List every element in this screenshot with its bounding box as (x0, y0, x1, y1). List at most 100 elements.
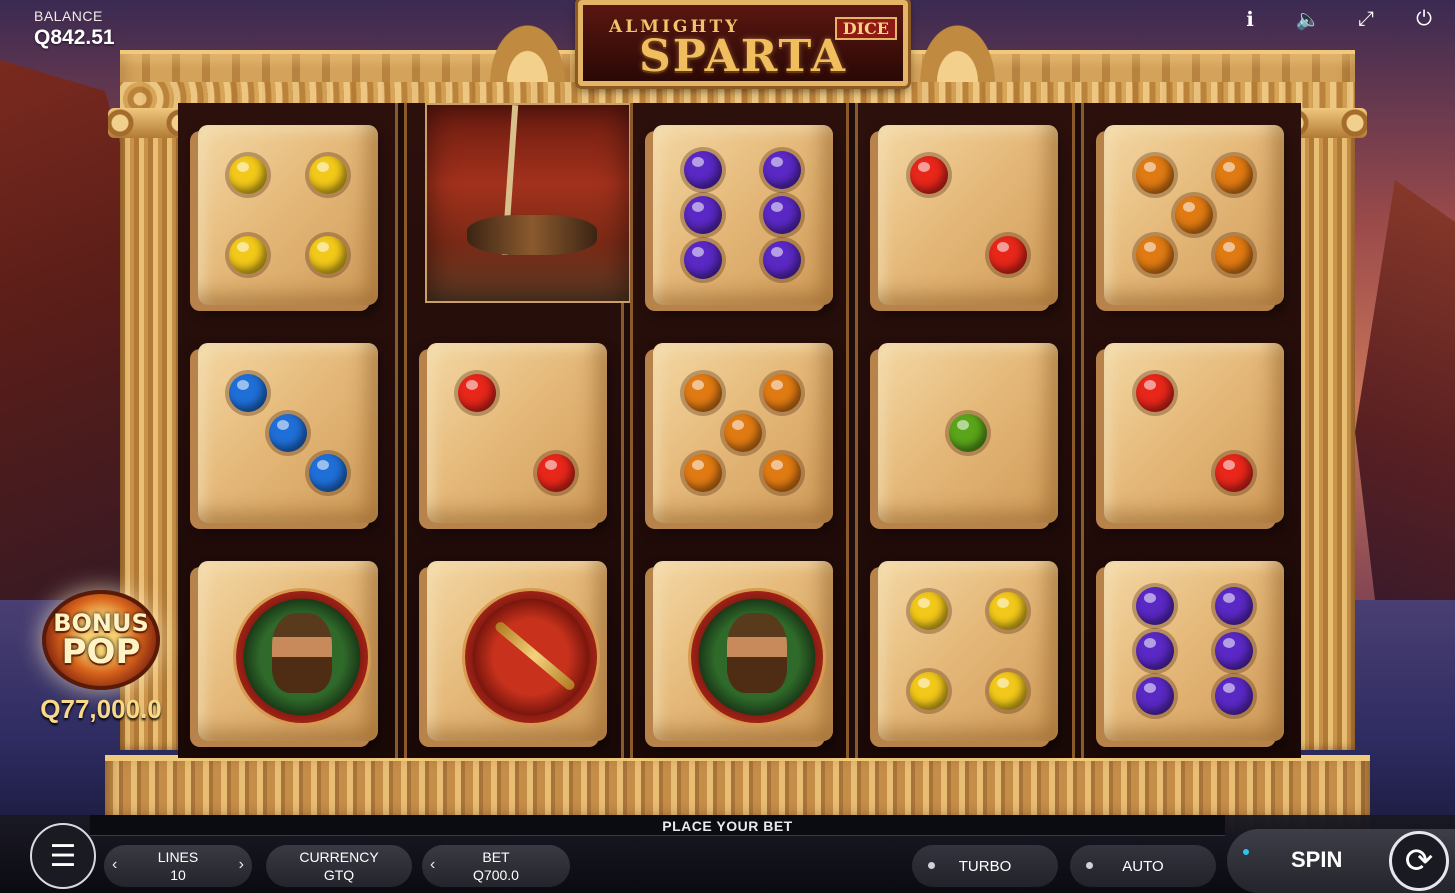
dice-pip (949, 414, 988, 452)
currency-control[interactable]: CURRENCY GTQ (266, 845, 412, 887)
spin-label: SPIN (1291, 847, 1343, 872)
reel-1 (178, 103, 398, 758)
dice-pip (683, 453, 722, 492)
auto-toggle[interactable]: AUTO (1070, 845, 1216, 887)
bet-value: Q700.0 (473, 867, 519, 883)
reel-symbol (1096, 115, 1292, 305)
balance-value: Q842.51 (34, 26, 115, 49)
sound-icon[interactable]: 🔈 (1291, 6, 1325, 32)
dice-pip (763, 241, 802, 279)
bet-control: ‹ BET Q700.0 (422, 845, 570, 887)
dice-6-icon (652, 125, 833, 305)
hooded-warrior-icon (690, 591, 823, 723)
reel-grid (178, 103, 1301, 758)
bonus-pop-line2: POP (61, 632, 141, 672)
dice-pip (1135, 374, 1174, 413)
auto-label: AUTO (1122, 857, 1164, 875)
currency-label: CURRENCY (299, 849, 379, 865)
dice-pip (458, 374, 497, 413)
reel-symbol (870, 115, 1066, 305)
bonus-pop: BONUS POP Q77,000.0 (26, 590, 176, 725)
dice-pip (1135, 156, 1174, 195)
dice-pip (229, 235, 268, 274)
spin-button[interactable]: ⟳ (1389, 831, 1449, 891)
spin-indicator (1243, 849, 1249, 855)
reel-symbol (190, 551, 386, 741)
fullscreen-icon[interactable]: ⤢ (1349, 6, 1383, 32)
auto-indicator (1086, 862, 1093, 869)
menu-button[interactable]: ☰ (30, 823, 96, 889)
refresh-icon: ⟳ (1404, 842, 1434, 880)
logo-ornament-left (480, 10, 575, 82)
reel-2 (403, 103, 631, 758)
bonus-pop-badge: BONUS POP (42, 590, 160, 690)
dice-pip (763, 453, 802, 492)
hero-dice-icon (652, 561, 833, 741)
dice-4-icon (198, 125, 378, 305)
dice-pip (1214, 156, 1253, 195)
dice-pip (269, 414, 307, 452)
reel-4 (855, 103, 1076, 758)
reel-symbol (190, 333, 386, 523)
dice-pip (229, 374, 268, 413)
reel-symbol (645, 333, 841, 523)
dice-pip (1214, 587, 1253, 625)
dice-pip (229, 156, 268, 195)
logo-ornament-right (910, 10, 1005, 82)
dice-pip (683, 241, 722, 279)
reel-symbol (419, 103, 631, 303)
dice-3-icon (198, 343, 378, 523)
spear-shield-icon (464, 591, 597, 723)
dice-pip (1214, 677, 1253, 715)
game-logo: ALMIGHTY DICE SPARTA (578, 0, 908, 86)
logo-main-text: SPARTA (638, 31, 848, 82)
lines-increase-button[interactable]: › (239, 856, 244, 874)
reel-symbol (1096, 333, 1292, 523)
dice-5-icon (1104, 125, 1285, 305)
dice-1-icon (878, 343, 1059, 523)
dice-pip (1135, 677, 1174, 715)
reel-symbol (870, 333, 1066, 523)
column-right (1283, 108, 1367, 750)
dice-pip (723, 414, 762, 452)
dice-pip (1214, 632, 1253, 670)
lines-control: ‹ LINES 10 › (104, 845, 252, 887)
lines-label: LINES (157, 849, 199, 865)
dice-4-icon (878, 561, 1059, 741)
reel-5 (1081, 103, 1301, 758)
balance-panel: BALANCE Q842.51 (34, 8, 115, 50)
dice-pip (909, 592, 948, 631)
dice-pip (308, 235, 347, 274)
dice-pip (988, 592, 1027, 631)
bonus-pop-amount: Q77,000.0 (40, 694, 162, 724)
turbo-indicator (928, 862, 935, 869)
dice-pip (988, 235, 1027, 274)
currency-value: GTQ (323, 867, 355, 883)
dice-pip (1135, 587, 1174, 625)
dice-pip (763, 196, 802, 234)
dice-pip (1214, 235, 1253, 274)
spear-dice-icon (426, 561, 607, 741)
status-message: PLACE YOUR BET (662, 818, 793, 834)
dice-2-icon (426, 343, 607, 523)
turbo-toggle[interactable]: TURBO (912, 845, 1058, 887)
dice-2-icon (1104, 343, 1285, 523)
dice-pip (537, 453, 576, 492)
spartan-warrior-icon (424, 103, 631, 303)
dice-pip (763, 151, 802, 189)
top-toolbar: ℹ 🔈 ⤢ ⏻ (1233, 6, 1441, 32)
reel-symbol (645, 551, 841, 741)
spin-control[interactable]: SPIN ⟳ (1227, 829, 1455, 893)
info-icon[interactable]: ℹ (1233, 6, 1267, 32)
dice-pip (683, 151, 722, 189)
dice-pip (1135, 632, 1174, 670)
dice-pip (308, 156, 347, 195)
power-icon[interactable]: ⏻ (1407, 6, 1441, 32)
dice-2-icon (878, 125, 1059, 305)
reel-symbol (419, 333, 615, 523)
dice-5-icon (652, 343, 833, 523)
dice-pip (683, 196, 722, 234)
bottom-bar: PLACE YOUR BET ☰ ‹ LINES 10 › CURRENCY G… (0, 815, 1455, 893)
balance-label: BALANCE (34, 8, 103, 24)
dice-pip (909, 156, 948, 195)
